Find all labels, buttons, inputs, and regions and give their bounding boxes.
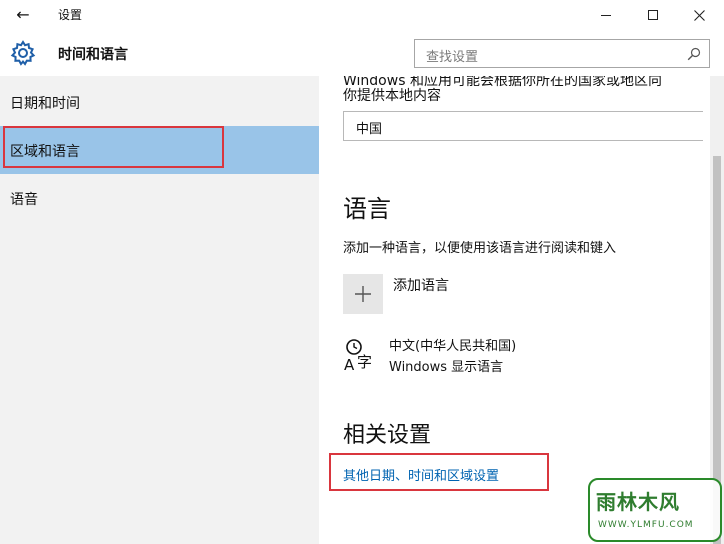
- close-icon: [693, 9, 705, 21]
- country-region-select[interactable]: 中国: [343, 111, 703, 141]
- sidebar-item-speech[interactable]: 语音: [0, 174, 319, 222]
- page-title: 时间和语言: [58, 47, 128, 63]
- region-description: 你提供本地内容: [343, 88, 441, 104]
- maximize-icon: [648, 10, 658, 20]
- annotation-highlight-box: [329, 453, 549, 491]
- language-description: 添加一种语言，以便使用该语言进行阅读和键入: [343, 241, 617, 256]
- svg-text:字: 字: [357, 353, 372, 371]
- close-button[interactable]: [676, 0, 722, 30]
- plus-icon: [355, 286, 371, 302]
- search-placeholder: 查找设置: [426, 50, 479, 65]
- add-language-label[interactable]: 添加语言: [393, 275, 449, 295]
- minimize-icon: [601, 14, 611, 16]
- installed-language-name[interactable]: 中文(中华人民共和国): [389, 335, 516, 354]
- sidebar-item-date-time[interactable]: 日期和时间: [0, 78, 319, 126]
- sidebar-item-label: 语音: [10, 192, 38, 208]
- svg-text:A: A: [344, 356, 355, 372]
- scrollbar[interactable]: [710, 76, 724, 544]
- related-settings-heading: 相关设置: [343, 423, 432, 448]
- country-region-value: 中国: [356, 122, 383, 137]
- minimize-button[interactable]: [583, 0, 629, 30]
- search-input[interactable]: 查找设置: [414, 39, 710, 68]
- add-language-button[interactable]: [343, 274, 383, 314]
- page-header: 时间和语言 查找设置: [0, 30, 724, 76]
- sidebar-item-label: 日期和时间: [10, 96, 80, 112]
- installed-language-subtitle: Windows 显示语言: [389, 360, 504, 375]
- sidebar: 日期和时间 区域和语言 语音: [0, 76, 319, 544]
- gear-icon: [10, 40, 36, 66]
- watermark-url: WWW.YLMFU.COM: [598, 520, 694, 530]
- watermark-title: 雨林木风: [596, 490, 680, 514]
- back-button[interactable]: ←: [10, 4, 36, 26]
- annotation-highlight-box: [3, 126, 224, 168]
- window-title: 设置: [58, 8, 83, 22]
- maximize-button[interactable]: [630, 0, 676, 30]
- title-bar: ← 设置: [0, 0, 724, 30]
- language-heading: 语言: [343, 195, 391, 223]
- language-icon: A 字: [344, 339, 372, 372]
- watermark-logo: 雨林木风 WWW.YLMFU.COM: [588, 478, 722, 542]
- search-icon[interactable]: [687, 47, 701, 61]
